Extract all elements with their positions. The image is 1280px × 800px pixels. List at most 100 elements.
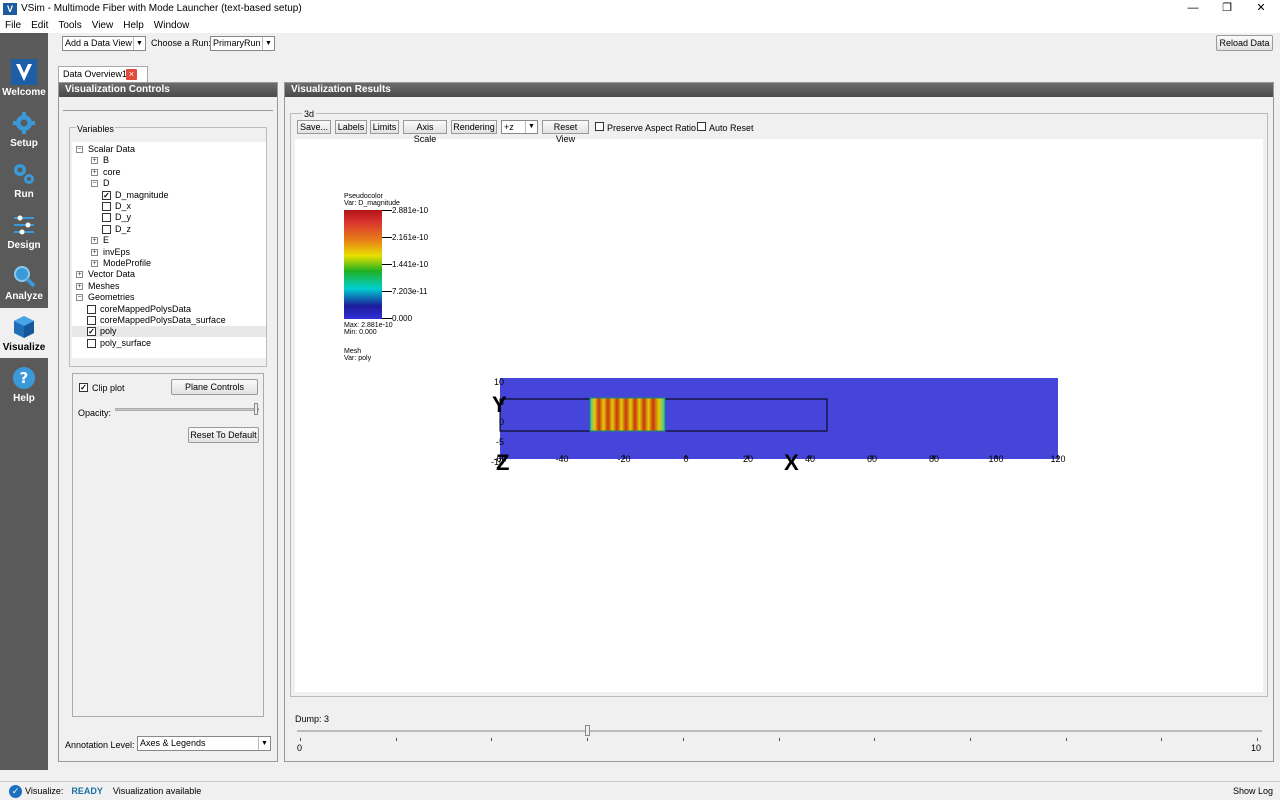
- tree-item[interactable]: + invEps: [72, 247, 266, 258]
- tree-checkbox[interactable]: [87, 327, 96, 337]
- expand-icon[interactable]: +: [91, 168, 98, 176]
- magnifier-icon: [11, 263, 37, 289]
- legend-tick: 0.000: [392, 314, 413, 323]
- sidebar-item-run[interactable]: Run: [0, 155, 48, 205]
- restore-button[interactable]: ❐: [1210, 0, 1244, 17]
- tree-checkbox[interactable]: [87, 338, 96, 348]
- dump-label: Dump: 3: [295, 714, 330, 724]
- sidebar-label: Analyze: [5, 291, 43, 302]
- save-button[interactable]: Save...: [297, 120, 331, 134]
- tree-item[interactable]: + Vector Data: [72, 269, 266, 280]
- reset-view-button[interactable]: Reset View: [542, 120, 589, 144]
- tab-data-overview[interactable]: Data Overview1 ×: [58, 66, 148, 82]
- tree-item[interactable]: + core: [72, 167, 266, 178]
- tree-item[interactable]: D_x: [72, 201, 266, 212]
- reset-to-default-button[interactable]: Reset To Default: [188, 427, 259, 443]
- tree-checkbox[interactable]: [102, 202, 111, 211]
- tree-item[interactable]: − Scalar Data: [72, 144, 266, 155]
- divider: [63, 110, 273, 111]
- opacity-handle[interactable]: [254, 403, 258, 415]
- menu-tools[interactable]: Tools: [53, 20, 86, 31]
- tree-item-label: invEps: [103, 246, 131, 257]
- collapse-icon[interactable]: −: [76, 294, 83, 302]
- view-direction-select[interactable]: +z ▼: [501, 120, 538, 134]
- tree-item[interactable]: − D: [72, 178, 266, 189]
- tree-item-label: D_x: [115, 201, 132, 211]
- close-icon[interactable]: ×: [126, 69, 137, 80]
- labels-button[interactable]: Labels: [335, 120, 367, 134]
- tree-item[interactable]: + E: [72, 235, 266, 246]
- close-window-button[interactable]: ✕: [1244, 0, 1278, 17]
- y-axis-label: Y: [492, 392, 507, 417]
- clip-plot-checkbox[interactable]: [79, 383, 88, 392]
- tree-item[interactable]: coreMappedPolysData: [72, 304, 266, 315]
- plane-controls-button[interactable]: Plane Controls: [171, 379, 258, 395]
- minimize-button[interactable]: —: [1176, 0, 1210, 17]
- auto-reset-checkbox[interactable]: [697, 122, 706, 131]
- dump-slider-handle[interactable]: [585, 725, 591, 736]
- tree-item[interactable]: D_z: [72, 224, 266, 235]
- menu-file[interactable]: File: [0, 20, 26, 31]
- status-state: READY: [71, 786, 103, 796]
- choose-run-select[interactable]: PrimaryRun ▼: [210, 36, 275, 51]
- tree-item[interactable]: poly: [72, 326, 266, 338]
- x-axis-label: X: [784, 450, 799, 475]
- title-bar: V VSim - Multimode Fiber with Mode Launc…: [0, 0, 1280, 17]
- domain-background: [500, 378, 1058, 459]
- collapse-icon[interactable]: −: [76, 146, 83, 153]
- sidebar-item-welcome[interactable]: Welcome: [0, 53, 48, 103]
- preserve-aspect-checkbox[interactable]: [595, 122, 604, 131]
- expand-icon[interactable]: +: [91, 260, 98, 267]
- menu-help[interactable]: Help: [118, 20, 149, 31]
- tree-item[interactable]: + B: [72, 155, 266, 166]
- tree-item[interactable]: + ModeProfile: [72, 258, 266, 269]
- annotation-level-select[interactable]: Axes & Legends ▼: [137, 736, 271, 751]
- design-icon: [11, 212, 37, 238]
- tree-checkbox[interactable]: [102, 224, 111, 234]
- x-tick-label: 20: [743, 454, 753, 464]
- sidebar-item-setup[interactable]: Setup: [0, 104, 48, 154]
- opacity-slider[interactable]: [115, 408, 259, 411]
- tree-checkbox[interactable]: [87, 316, 96, 325]
- menu-window[interactable]: Window: [149, 20, 195, 31]
- window-title: VSim - Multimode Fiber with Mode Launche…: [21, 3, 302, 14]
- help-icon: ?: [11, 365, 37, 391]
- sidebar-item-visualize[interactable]: Visualize: [0, 308, 48, 358]
- clip-group: Clip plot Plane Controls Opacity: Reset …: [72, 373, 264, 717]
- tree-item[interactable]: D_y: [72, 212, 266, 223]
- limits-button[interactable]: Limits: [370, 120, 399, 134]
- app-icon: V: [3, 2, 17, 15]
- tree-item[interactable]: poly_surface: [72, 338, 266, 349]
- sidebar-item-help[interactable]: ? Help: [0, 359, 48, 409]
- expand-icon[interactable]: +: [76, 271, 83, 279]
- plot-area[interactable]: -60 -40 -20 0 20 40 60 80 100 120 1050-5-10 Y Z X: [470, 370, 1090, 475]
- reload-data-button[interactable]: Reload Data: [1216, 35, 1273, 51]
- tree-checkbox[interactable]: [102, 213, 111, 223]
- variables-tree[interactable]: −Scalar Data+B+core−DD_magnitudeD_xD_yD_…: [72, 142, 266, 358]
- collapse-icon[interactable]: −: [91, 180, 98, 188]
- sidebar-item-design[interactable]: Design: [0, 206, 48, 256]
- axis-scale-button[interactable]: Axis Scale: [403, 120, 447, 144]
- tree-item[interactable]: coreMappedPolysData_surface: [72, 315, 266, 326]
- legend-tick: 2.161e-10: [392, 233, 429, 242]
- expand-icon[interactable]: +: [91, 237, 98, 245]
- tree-item[interactable]: − Geometries: [72, 292, 266, 303]
- dump-slider-track[interactable]: [297, 730, 1262, 732]
- rendering-button[interactable]: Rendering: [451, 120, 497, 134]
- add-data-view-select[interactable]: Add a Data View ▼: [62, 36, 146, 51]
- menu-edit[interactable]: Edit: [26, 20, 53, 31]
- expand-icon[interactable]: +: [91, 248, 98, 256]
- status-bar: ✓ Visualize: READY Visualization availab…: [0, 781, 1280, 800]
- tree-checkbox[interactable]: [87, 304, 96, 314]
- x-tick-label: 80: [929, 454, 939, 464]
- expand-icon[interactable]: +: [76, 282, 83, 290]
- expand-icon[interactable]: +: [91, 157, 98, 165]
- tab-label: Data Overview1: [63, 69, 128, 79]
- legend: Pseudocolor Var: D_magnitude: [344, 193, 400, 207]
- sidebar-item-analyze[interactable]: Analyze: [0, 257, 48, 307]
- tree-item[interactable]: D_magnitude: [72, 190, 266, 201]
- show-log-button[interactable]: Show Log: [1233, 786, 1273, 796]
- tree-checkbox[interactable]: [102, 190, 111, 200]
- tree-item[interactable]: + Meshes: [72, 281, 266, 292]
- menu-view[interactable]: View: [87, 20, 119, 31]
